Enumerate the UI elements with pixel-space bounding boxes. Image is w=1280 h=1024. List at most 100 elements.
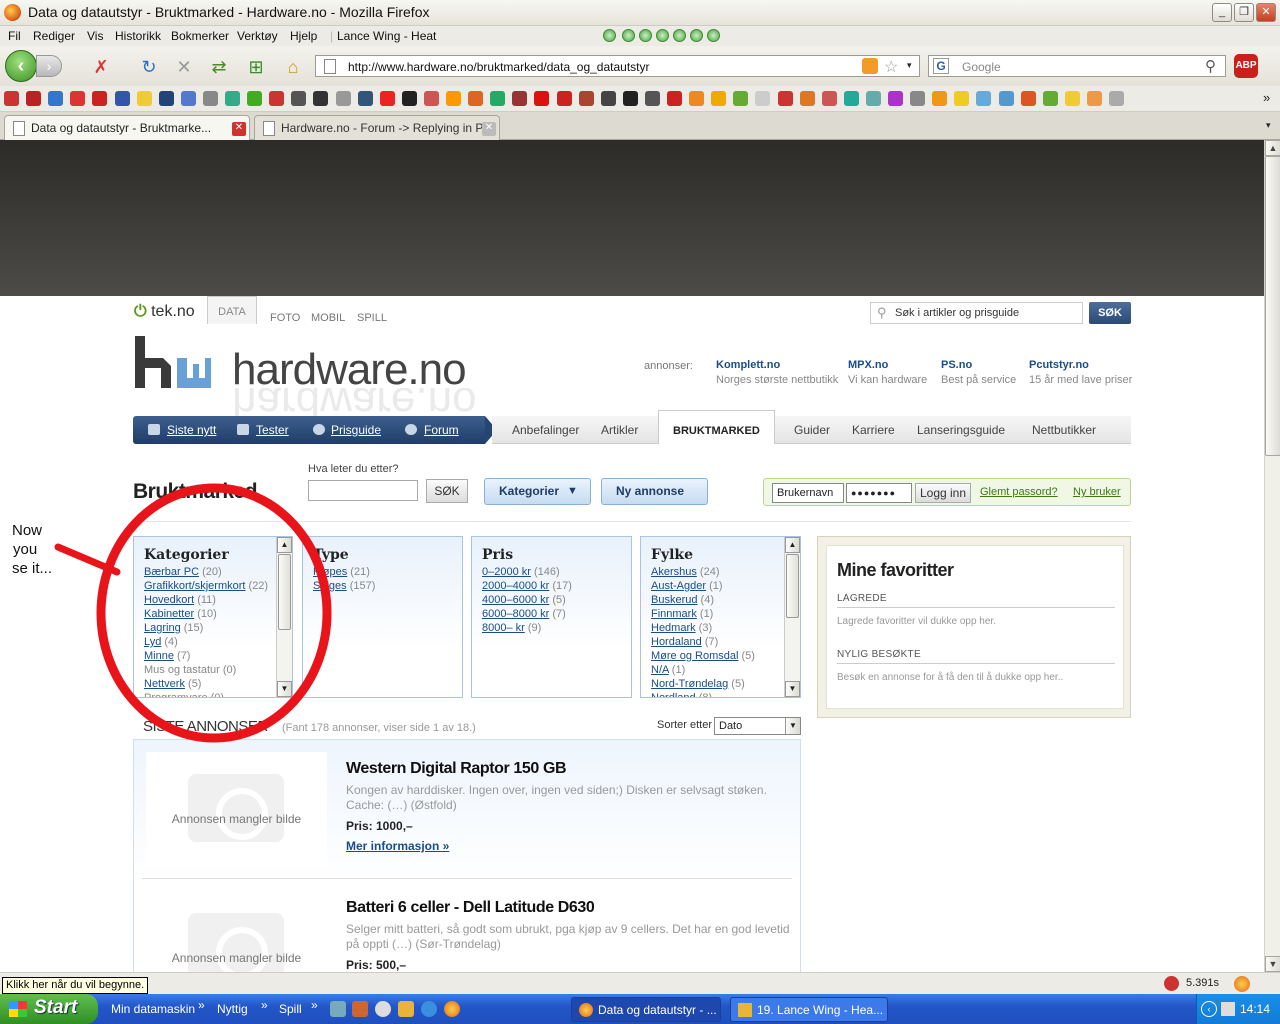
reload-icon[interactable]: ↻ bbox=[138, 56, 160, 78]
filter-item-label[interactable]: Bærbar PC bbox=[144, 566, 199, 578]
task-winamp[interactable]: 19. Lance Wing - Hea... bbox=[730, 997, 888, 1022]
ad-ps[interactable]: PS.no bbox=[941, 359, 972, 371]
bookmark-icon[interactable] bbox=[843, 91, 859, 106]
bookmark-icon[interactable] bbox=[401, 91, 417, 106]
adblock-icon[interactable]: ABP bbox=[1234, 54, 1258, 78]
filter-item-label[interactable]: Selges bbox=[313, 580, 347, 592]
stop-icon[interactable]: ✕ bbox=[173, 56, 195, 78]
toolbar-min-datamaskin[interactable]: Min datamaskin bbox=[111, 1002, 195, 1016]
close-window-button[interactable]: ✕ bbox=[1256, 3, 1276, 22]
media-rewind-icon[interactable] bbox=[622, 29, 635, 42]
bookmark-icon[interactable] bbox=[689, 91, 705, 106]
nav-siste-nytt[interactable]: Siste nytt bbox=[167, 423, 216, 437]
filter-scrollbar[interactable]: ▲ ▼ bbox=[784, 537, 800, 697]
bookmark-icon[interactable] bbox=[976, 91, 992, 106]
ad-komplett[interactable]: Komplett.no bbox=[716, 359, 780, 371]
url-dropdown-icon[interactable]: ▾ bbox=[907, 60, 912, 71]
forgot-password-link[interactable]: Glemt passord? bbox=[980, 486, 1058, 498]
filter-item[interactable]: Selges (157) bbox=[313, 579, 375, 593]
filter-item[interactable]: Nord-Trøndelag (5) bbox=[651, 677, 755, 691]
browser-search-box[interactable]: G Google ⚲ bbox=[928, 55, 1226, 77]
tek-logo[interactable]: ⏻ tek.no bbox=[134, 303, 195, 321]
filter-item[interactable]: Lagring (15) bbox=[144, 621, 268, 635]
bookmark-icon[interactable] bbox=[26, 91, 42, 106]
nav-forum[interactable]: Forum bbox=[424, 423, 459, 437]
task-firefox[interactable]: Data og datautstyr - ... bbox=[571, 997, 721, 1022]
bookmark-icon[interactable] bbox=[158, 91, 174, 106]
bookmark-icon[interactable] bbox=[578, 91, 594, 106]
menu-historikk[interactable]: Historikk bbox=[115, 29, 161, 43]
bookmark-icon[interactable] bbox=[225, 91, 240, 106]
top-tab-data[interactable]: DATA bbox=[207, 296, 257, 324]
quicklaunch-icon[interactable] bbox=[421, 1001, 437, 1017]
bookmark-icon[interactable] bbox=[821, 91, 837, 106]
login-button[interactable]: Logg inn bbox=[915, 483, 971, 503]
bookmark-icon[interactable] bbox=[799, 91, 815, 106]
sync-icon[interactable]: ⇄ bbox=[208, 56, 230, 78]
media-menu-icon[interactable] bbox=[707, 29, 720, 42]
firebug-icon[interactable] bbox=[1164, 976, 1179, 991]
toolbar-chevron-icon[interactable]: » bbox=[198, 998, 205, 1012]
ny-annonse-button[interactable]: Ny annonse bbox=[601, 478, 708, 505]
filter-item-label[interactable]: Hedmark bbox=[651, 622, 696, 634]
bookmark-icon[interactable] bbox=[1020, 91, 1036, 106]
filter-item[interactable]: Grafikkort/skjermkort (22) bbox=[144, 579, 268, 593]
bookmark-icon[interactable] bbox=[667, 91, 682, 106]
filter-item[interactable]: Bærbar PC (20) bbox=[144, 565, 268, 579]
menu-vis[interactable]: Vis bbox=[87, 29, 103, 43]
missing-image-placeholder[interactable]: Annonsen mangler bilde bbox=[146, 891, 327, 972]
username-field[interactable]: Brukernavn bbox=[772, 483, 844, 503]
quicklaunch-icon[interactable] bbox=[444, 1001, 460, 1017]
site-search-input[interactable]: ⚲ Søk i artikler og prisguide bbox=[870, 302, 1083, 324]
filter-item[interactable]: Hordaland (7) bbox=[651, 635, 755, 649]
bookmark-icon[interactable] bbox=[556, 91, 572, 106]
filter-item[interactable]: Kabinetter (10) bbox=[144, 607, 268, 621]
nav-nettbutikker[interactable]: Nettbutikker bbox=[1032, 423, 1096, 437]
filter-item-label[interactable]: Grafikkort/skjermkort bbox=[144, 580, 245, 592]
menu-bokmerker[interactable]: Bokmerker bbox=[171, 29, 229, 43]
filter-item-label[interactable]: Lyd bbox=[144, 636, 161, 648]
menu-fil[interactable]: Fil bbox=[8, 29, 21, 43]
filter-item-label[interactable]: Nettverk bbox=[144, 678, 185, 690]
bookmark-icon[interactable] bbox=[313, 91, 329, 106]
password-field[interactable]: ●●●●●●● bbox=[846, 483, 912, 503]
bookmark-icon[interactable] bbox=[1086, 91, 1102, 106]
scroll-thumb[interactable] bbox=[1265, 156, 1280, 456]
bookmark-icon[interactable] bbox=[468, 91, 484, 106]
filter-item[interactable]: Nettverk (5) bbox=[144, 677, 268, 691]
nav-artikler[interactable]: Artikler bbox=[601, 423, 638, 437]
minimize-button[interactable]: _ bbox=[1212, 3, 1232, 22]
forward-button[interactable]: › bbox=[36, 55, 62, 77]
bookmark-icon[interactable] bbox=[998, 91, 1014, 106]
filter-item[interactable]: Nordland (8) bbox=[651, 691, 755, 697]
search-icon[interactable]: ⚲ bbox=[1205, 57, 1216, 75]
bookmark-icon[interactable] bbox=[136, 91, 152, 106]
page-scrollbar[interactable]: ▲ ▼ bbox=[1264, 140, 1280, 972]
filter-item[interactable]: Buskerud (4) bbox=[651, 593, 755, 607]
bookmark-icon[interactable] bbox=[910, 91, 926, 106]
bookmark-icon[interactable] bbox=[446, 91, 461, 106]
bookmark-icon[interactable] bbox=[335, 91, 351, 106]
close-tab-icon[interactable]: ✕ bbox=[482, 122, 496, 136]
filter-item-label[interactable]: 2000–4000 kr bbox=[482, 580, 549, 592]
scroll-thumb[interactable] bbox=[786, 554, 799, 618]
nav-prisguide[interactable]: Prisguide bbox=[331, 423, 381, 437]
filter-scrollbar[interactable]: ▲ ▼ bbox=[276, 537, 292, 697]
new-user-link[interactable]: Ny bruker bbox=[1073, 486, 1121, 498]
filter-item-label[interactable]: 6000–8000 kr bbox=[482, 608, 549, 620]
nav-tester[interactable]: Tester bbox=[256, 423, 289, 437]
bookmark-icon[interactable] bbox=[379, 91, 395, 106]
google-engine-icon[interactable]: G bbox=[933, 58, 949, 74]
market-search-button[interactable]: SØK bbox=[426, 479, 468, 503]
bookmark-icon[interactable] bbox=[70, 91, 86, 106]
filter-item[interactable]: 2000–4000 kr (17) bbox=[482, 579, 572, 593]
scroll-up-icon[interactable]: ▲ bbox=[785, 537, 800, 553]
filter-item-label[interactable]: Hovedkort bbox=[144, 594, 194, 606]
bookmark-icon[interactable] bbox=[291, 91, 307, 106]
bookmark-icon[interactable] bbox=[1042, 91, 1058, 106]
media-pause-icon[interactable] bbox=[656, 29, 669, 42]
bookmark-icon[interactable] bbox=[490, 91, 506, 106]
filter-item[interactable]: Lyd (4) bbox=[144, 635, 268, 649]
ad-mpx[interactable]: MPX.no bbox=[848, 359, 888, 371]
scroll-thumb[interactable] bbox=[278, 554, 291, 630]
